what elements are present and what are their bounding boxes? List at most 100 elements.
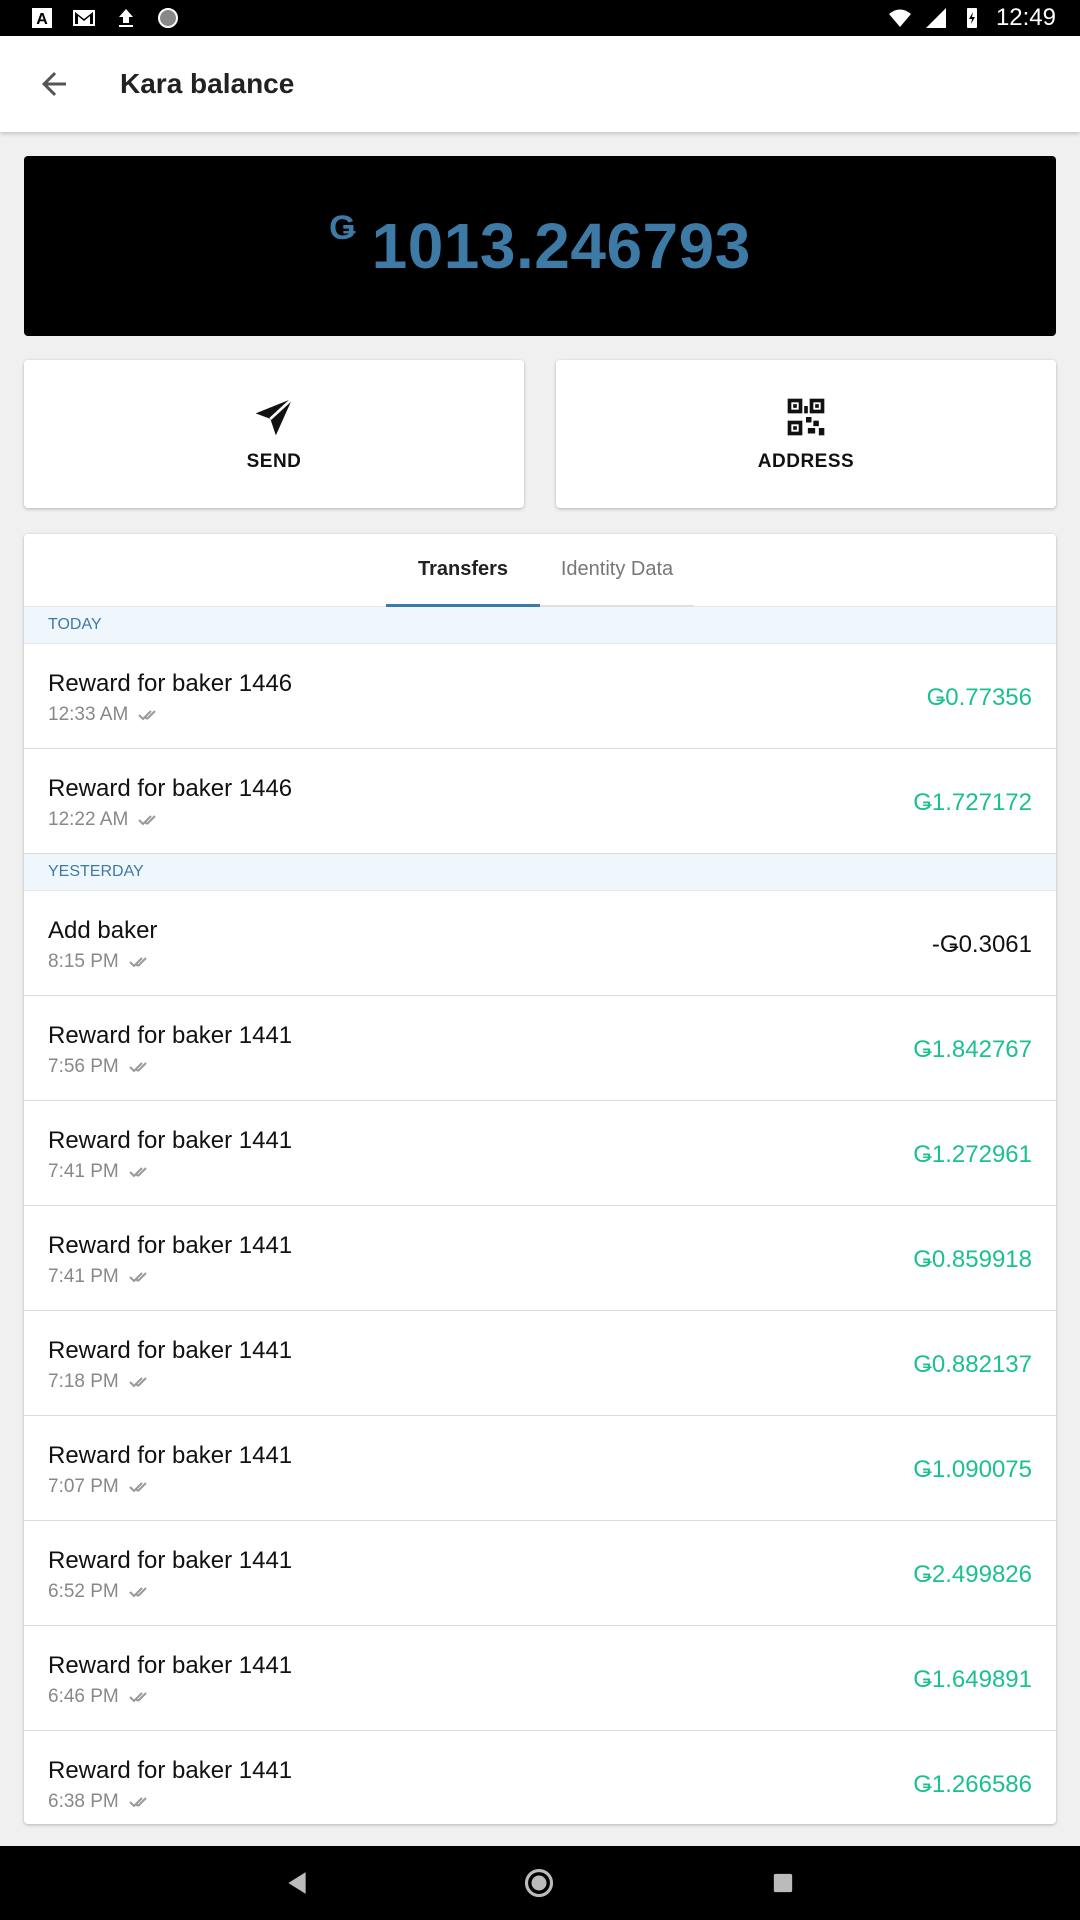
transfer-time: 12:22 AM	[48, 809, 129, 830]
transfer-row[interactable]: Reward for baker 1441 7:41 PM Ǥ1.272961	[24, 1101, 1056, 1206]
send-button[interactable]: SEND	[24, 360, 524, 508]
transfer-time: 6:52 PM	[48, 1581, 119, 1602]
transfer-title: Reward for baker 1446	[48, 670, 293, 697]
double-check-icon	[129, 1272, 147, 1283]
transfer-row[interactable]: Reward for baker 1446 12:33 AM Ǥ0.77356	[24, 644, 1056, 749]
address-label: ADDRESS	[757, 451, 855, 472]
balance-card: Ǥ 1013.246793	[24, 156, 1056, 336]
status-bar-system: 12:49	[888, 4, 1056, 32]
transfer-time: 7:56 PM	[48, 1056, 119, 1077]
navigation-bar	[0, 1846, 1080, 1920]
transfer-time: 7:18 PM	[48, 1371, 119, 1392]
transfer-list: TODAY Reward for baker 1446 12:33 AM Ǥ0.773…	[24, 607, 1056, 1824]
transfer-time: 6:46 PM	[48, 1686, 119, 1707]
address-button[interactable]: ADDRESS	[556, 360, 1056, 508]
send-label: SEND	[246, 451, 302, 472]
send-icon	[255, 397, 294, 436]
app-bar: Kara balance	[0, 36, 1080, 132]
transfer-row[interactable]: Reward for baker 1441 6:38 PM Ǥ1.266586	[24, 1731, 1056, 1824]
transfer-time-row: 7:18 PM	[48, 1371, 153, 1393]
transfer-row[interactable]: Reward for baker 1441 7:56 PM Ǥ1.842767	[24, 996, 1056, 1101]
transfer-title: Reward for baker 1441	[48, 1337, 293, 1364]
section-header: TODAY	[24, 607, 1056, 644]
transfer-amount: Ǥ1.266586	[913, 1771, 1032, 1798]
nav-recent-apps-icon[interactable]	[772, 1872, 794, 1894]
balance-amount: 1013.246793	[371, 210, 751, 282]
transfer-row[interactable]: Reward for baker 1441 6:52 PM Ǥ2.499826	[24, 1521, 1056, 1626]
transfer-amount: Ǥ0.77356	[926, 684, 1032, 711]
tab-bar: Transfers Identity Data	[24, 534, 1056, 607]
transfer-title: Reward for baker 1441	[48, 1757, 293, 1784]
transfer-amount: Ǥ0.859918	[913, 1246, 1032, 1273]
transfer-time: 6:38 PM	[48, 1791, 119, 1812]
transfer-amount: Ǥ1.727172	[913, 789, 1032, 816]
balance-display: Ǥ 1013.246793	[329, 209, 751, 283]
transfer-time: 7:07 PM	[48, 1476, 119, 1497]
double-check-icon	[138, 710, 156, 721]
tab-transfers[interactable]: Transfers	[386, 534, 540, 607]
transfer-title: Reward for baker 1441	[48, 1652, 293, 1679]
transfer-amount: Ǥ0.882137	[913, 1351, 1032, 1378]
battery-icon	[966, 8, 977, 28]
upload-icon	[119, 9, 133, 27]
transfer-time-row: 6:46 PM	[48, 1686, 153, 1708]
nav-home-icon[interactable]	[524, 1868, 554, 1898]
nav-back-icon[interactable]	[284, 1870, 310, 1896]
circle-icon	[158, 8, 178, 28]
transfer-time-row: 7:56 PM	[48, 1056, 153, 1078]
gmail-icon	[73, 10, 95, 26]
transfer-amount: Ǥ1.649891	[913, 1666, 1032, 1693]
double-check-icon	[129, 1377, 147, 1388]
double-check-icon	[138, 815, 156, 826]
double-check-icon	[129, 1587, 147, 1598]
double-check-icon	[129, 1062, 147, 1073]
page-title: Kara balance	[120, 68, 295, 99]
transfer-time-row: 7:07 PM	[48, 1476, 153, 1498]
transfer-time-row: 7:41 PM	[48, 1266, 153, 1288]
transfer-title: Reward for baker 1441	[48, 1022, 293, 1049]
transfer-row[interactable]: Reward for baker 1441 7:07 PM Ǥ1.090075	[24, 1416, 1056, 1521]
transfer-row[interactable]: Add baker 8:15 PM -Ǥ0.3061	[24, 891, 1056, 996]
double-check-icon	[129, 1167, 147, 1178]
transfer-amount: Ǥ1.272961	[913, 1141, 1032, 1168]
wifi-icon	[888, 9, 911, 27]
arrow-left-icon[interactable]	[36, 66, 72, 102]
transfer-time-row: 6:38 PM	[48, 1791, 153, 1813]
transfer-time-row: 7:41 PM	[48, 1161, 153, 1183]
transfer-time-row: 8:15 PM	[48, 951, 153, 973]
transfer-time-row: 6:52 PM	[48, 1581, 153, 1603]
section-header: YESTERDAY	[24, 854, 1056, 891]
transfer-row[interactable]: Reward for baker 1441 6:46 PM Ǥ1.649891	[24, 1626, 1056, 1731]
transfer-title: Reward for baker 1441	[48, 1442, 293, 1469]
tab-identity-data[interactable]: Identity Data	[540, 534, 694, 604]
transfer-amount: Ǥ1.842767	[913, 1036, 1032, 1063]
transfer-title: Reward for baker 1446	[48, 775, 293, 802]
transfer-row[interactable]: Reward for baker 1446 12:22 AM Ǥ1.727172	[24, 749, 1056, 854]
status-bar: A 12:49	[0, 0, 1080, 36]
transfer-row[interactable]: Reward for baker 1441 7:18 PM Ǥ0.882137	[24, 1311, 1056, 1416]
transfer-time: 12:33 AM	[48, 704, 129, 725]
transfer-title: Add baker	[48, 917, 158, 944]
status-bar-notifications: A	[30, 6, 180, 30]
transfer-time: 7:41 PM	[48, 1266, 119, 1287]
double-check-icon	[129, 1692, 147, 1703]
transfer-time: 7:41 PM	[48, 1161, 119, 1182]
currency-symbol: Ǥ	[329, 209, 356, 247]
transfer-time-row: 12:33 AM	[48, 704, 162, 726]
transfer-amount: Ǥ1.090075	[913, 1456, 1032, 1483]
transfer-title: Reward for baker 1441	[48, 1547, 293, 1574]
transfers-card: Transfers Identity Data TODAY Reward for …	[24, 534, 1056, 1824]
transfer-row[interactable]: Reward for baker 1441 7:41 PM Ǥ0.859918	[24, 1206, 1056, 1311]
transfer-title: Reward for baker 1441	[48, 1232, 293, 1259]
transfer-amount: -Ǥ0.3061	[931, 931, 1032, 958]
transfer-amount: Ǥ2.499826	[913, 1561, 1032, 1588]
signal-icon	[925, 8, 946, 28]
double-check-icon	[129, 1482, 147, 1493]
transfer-time-row: 12:22 AM	[48, 809, 162, 831]
svg-text:A: A	[36, 11, 48, 28]
text-a-icon: A	[32, 8, 52, 28]
transfer-time: 8:15 PM	[48, 951, 119, 972]
status-time: 12:49	[995, 4, 1056, 31]
double-check-icon	[129, 1797, 147, 1808]
double-check-icon	[129, 957, 147, 968]
